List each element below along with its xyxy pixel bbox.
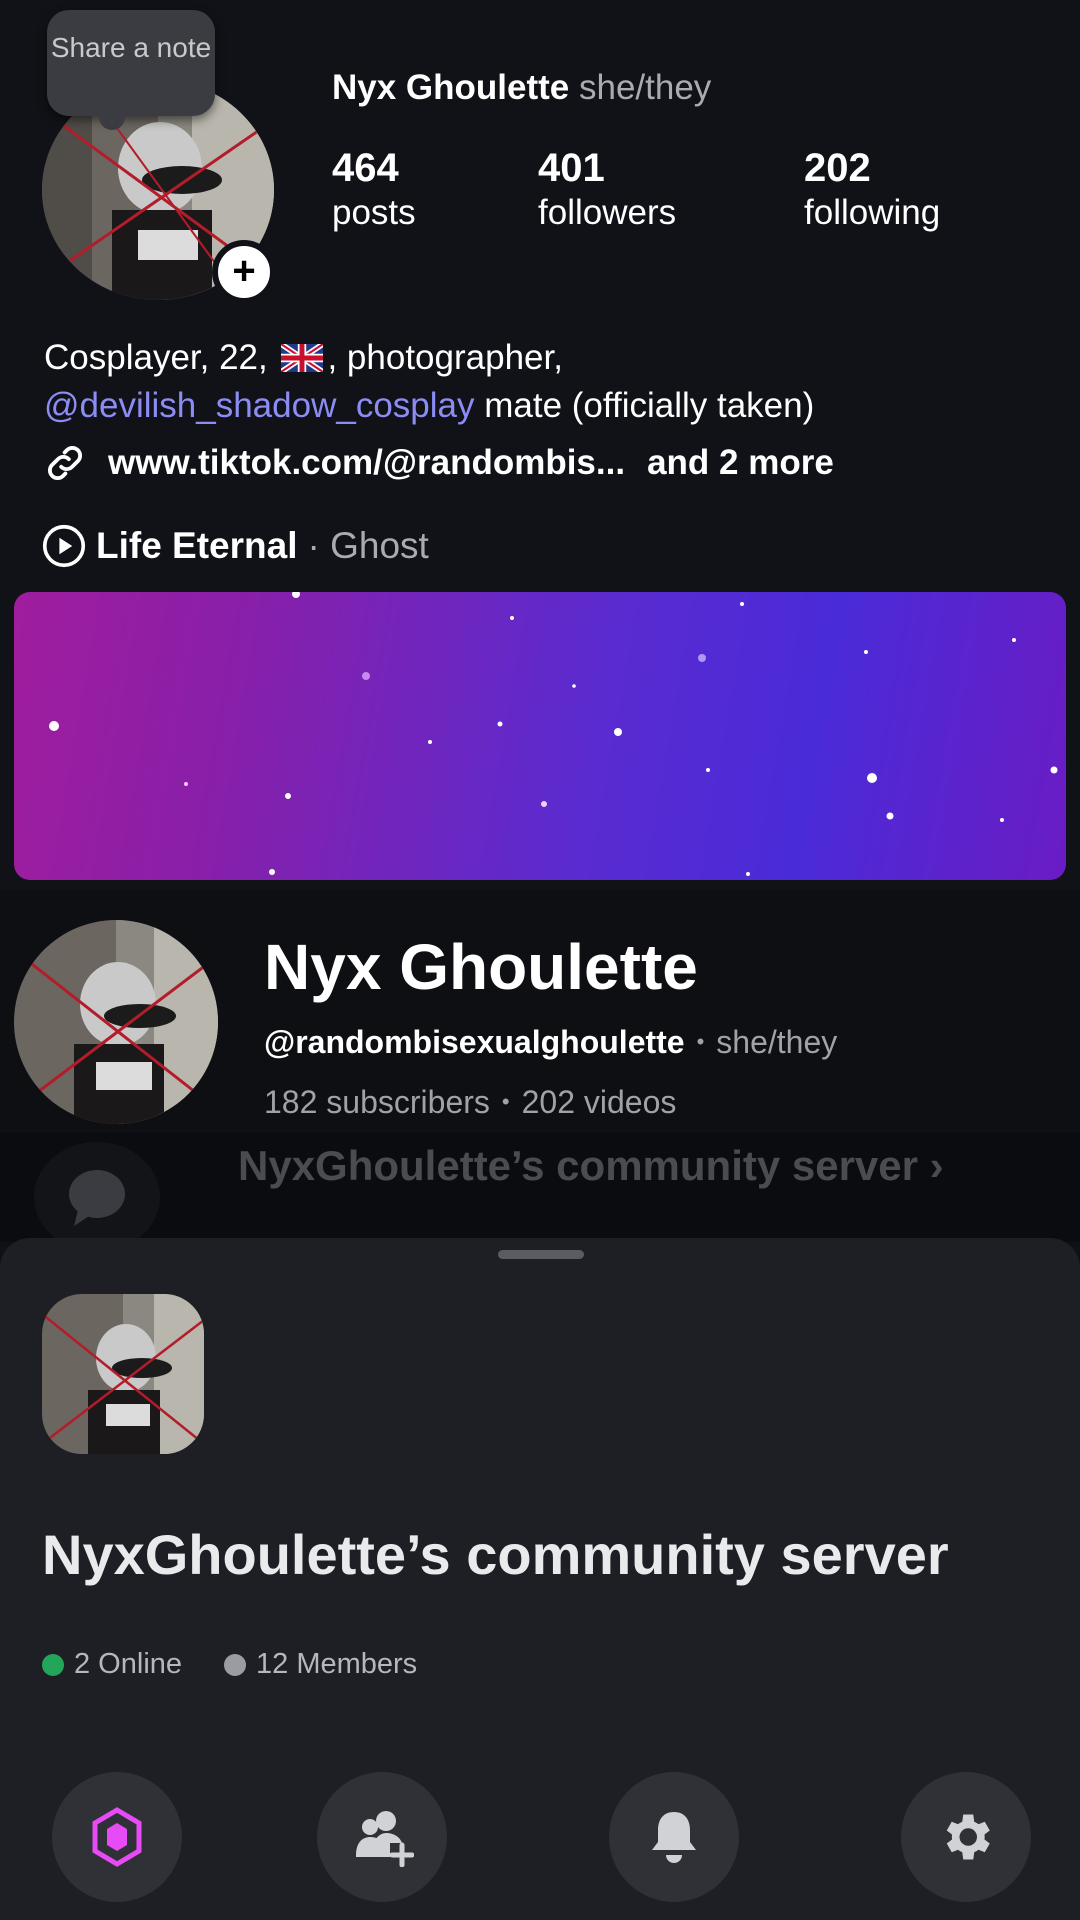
stat-following-count: 202 (804, 146, 871, 190)
bio-mention-link[interactable]: @devilish_shadow_cosplay (44, 386, 475, 425)
song-title: Life Eternal (96, 525, 298, 566)
server-name: NyxGhoulette’s community server (42, 1523, 949, 1586)
stat-posts-label: posts (332, 193, 416, 232)
online-dot-icon (42, 1653, 64, 1676)
add-story-plus-icon[interactable]: + (212, 240, 276, 304)
channel-avatar[interactable] (14, 920, 218, 1124)
bio-link[interactable]: www.tiktok.com/@randombis... and 2 more (42, 440, 834, 486)
link-url: www.tiktok.com/@randombis... (108, 443, 626, 482)
stat-following[interactable]: 202 following (804, 145, 940, 235)
share-note-bubble[interactable]: Share a note (47, 10, 215, 130)
channel-name: Nyx Ghoulette (264, 931, 698, 1003)
dimmed-server-header: NyxGhoulette’s community server › (0, 1132, 1080, 1252)
channel-handle[interactable]: @randombisexualghoulette (264, 1024, 685, 1060)
channel-handle-row: @randombisexualghoulette • she/they (264, 1024, 838, 1060)
share-note-label: Share a note (50, 32, 212, 63)
pronouns: she/they (579, 68, 712, 107)
nitro-boost-icon (92, 1807, 142, 1867)
server-presence: 2 Online 12 Members (42, 1648, 417, 1681)
online-count: 2 Online (74, 1648, 183, 1680)
youtube-channel-header: Nyx Ghoulette @randombisexualghoulette • s… (0, 890, 1080, 1130)
bio-text-3: mate (officially taken) (474, 386, 815, 425)
members-dot-icon (224, 1653, 247, 1676)
gear-icon (946, 1814, 990, 1860)
dim-server-title: NyxGhoulette’s community server › (238, 1142, 944, 1189)
chat-bubble-icon (69, 1170, 125, 1226)
sheet-drag-handle[interactable] (498, 1250, 584, 1259)
channel-stats: 182 subscribers • 202 videos (264, 1084, 677, 1120)
profile-music[interactable]: Life Eternal · Ghost (42, 524, 429, 568)
link-more: and 2 more (647, 443, 834, 482)
bio: Cosplayer, 22, , photographer, @devilish… (44, 334, 1044, 430)
invite-button[interactable] (317, 1772, 447, 1902)
display-name: Nyx Ghoulette (332, 68, 570, 107)
boost-button[interactable] (52, 1772, 182, 1902)
stat-followers-count: 401 (538, 146, 605, 190)
server-settings-button[interactable] (901, 1772, 1031, 1902)
add-friend-icon (356, 1811, 414, 1867)
stat-following-label: following (804, 193, 941, 232)
member-count: 12 Members (256, 1648, 418, 1680)
uk-flag-icon (281, 344, 324, 372)
dim-chat-button (34, 1142, 160, 1252)
server-icon (42, 1294, 204, 1454)
bio-text-2: , photographer, (327, 338, 563, 377)
stat-followers-label: followers (538, 193, 677, 232)
profile-name: Nyx Ghoulette she/they (332, 68, 711, 108)
bio-text-1: Cosplayer, 22, (44, 338, 268, 377)
video-count: 202 videos (521, 1084, 677, 1120)
subscriber-count: 182 subscribers (264, 1084, 490, 1120)
link-icon (48, 446, 82, 480)
song-artist: · Ghost (307, 525, 429, 566)
stat-posts[interactable]: 464 posts (332, 145, 416, 235)
channel-banner (14, 592, 1066, 880)
channel-pronouns: she/they (716, 1024, 838, 1060)
server-bottom-sheet: NyxGhoulette’s community server 2 Online… (0, 1238, 1080, 1920)
bell-icon (652, 1812, 696, 1863)
play-circle-icon (42, 524, 86, 568)
notifications-button[interactable] (609, 1772, 739, 1902)
stat-posts-count: 464 (332, 146, 399, 190)
stat-followers[interactable]: 401 followers (538, 145, 676, 235)
